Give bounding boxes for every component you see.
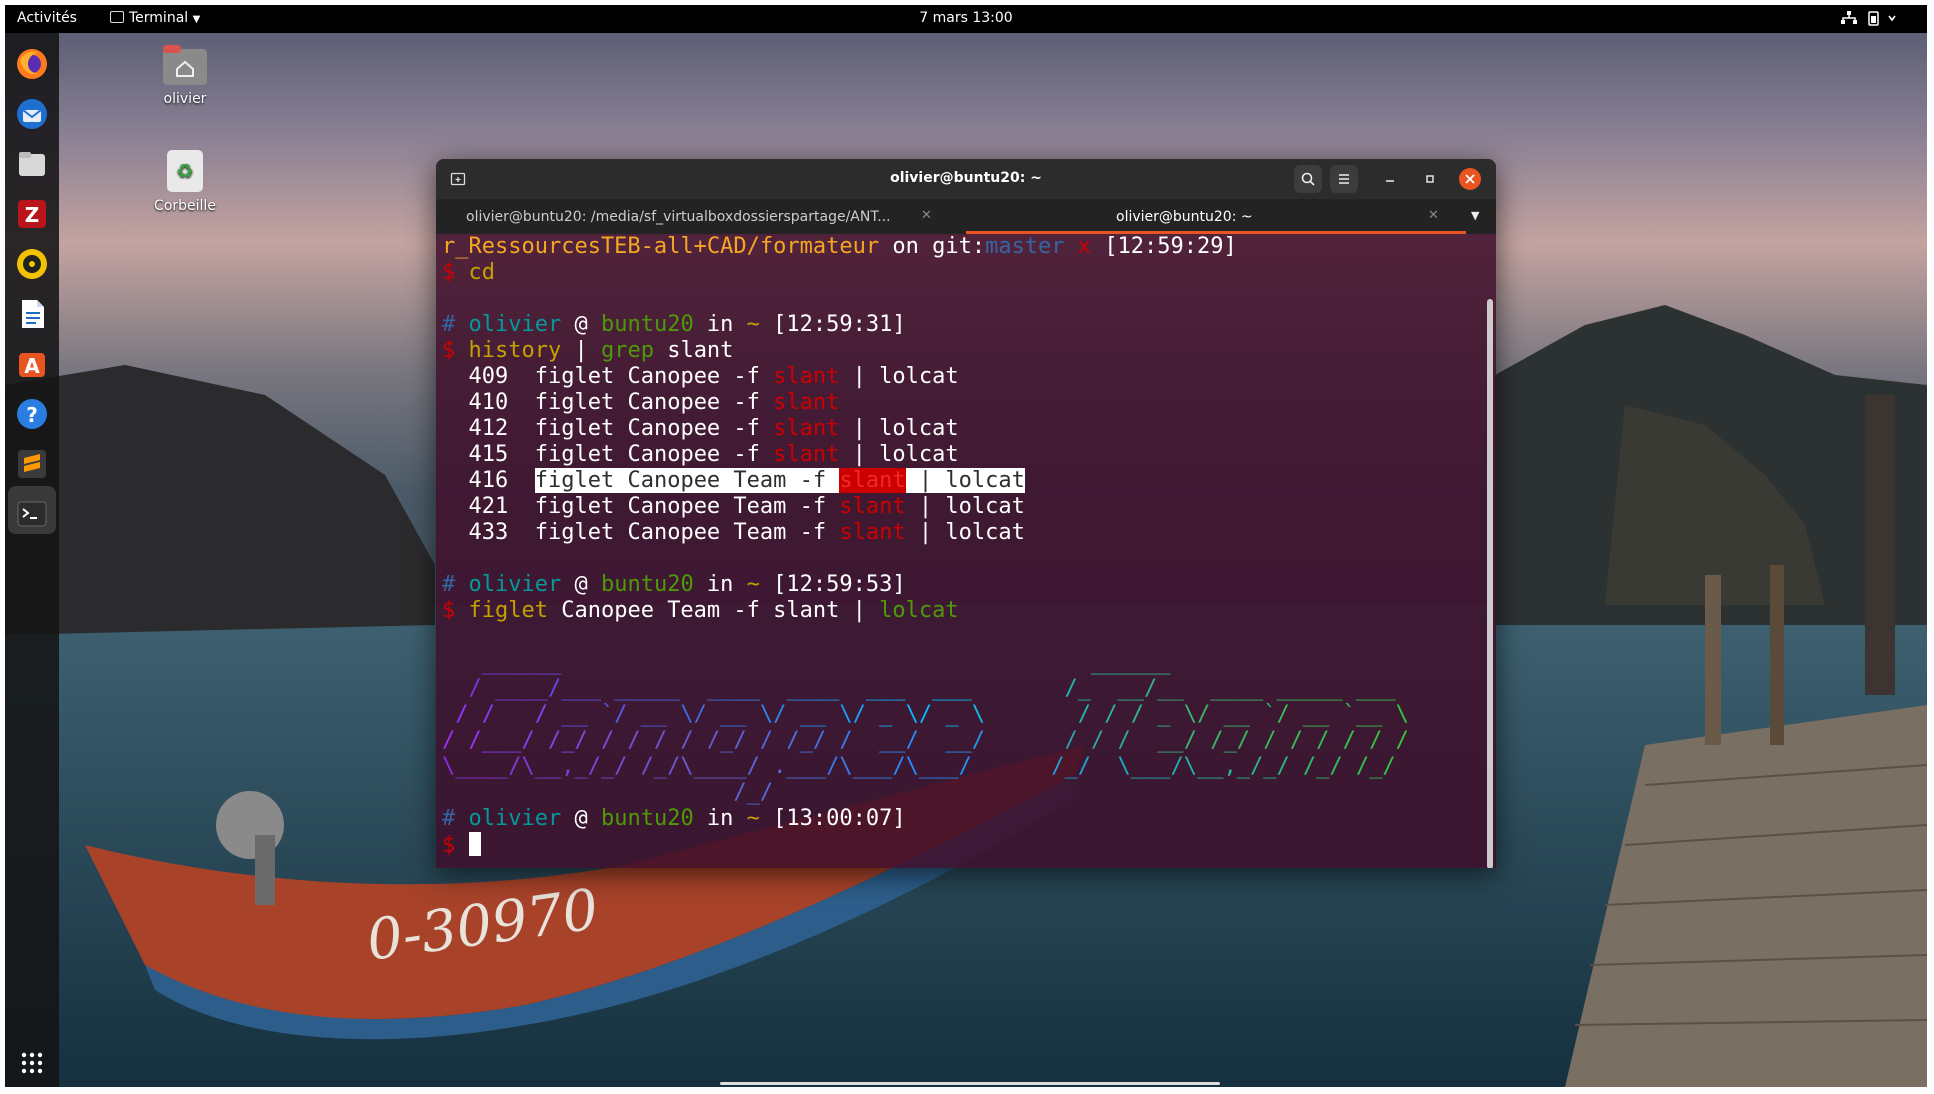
ascii-art-line: \____/\__,_/_/ /_/\____/ .___/\___/\___/… xyxy=(442,754,1435,780)
minimize-button[interactable] xyxy=(1376,165,1404,193)
filezilla-icon[interactable]: Z xyxy=(14,196,50,232)
svg-text:A: A xyxy=(24,354,40,378)
history-row: 409 figlet Canopee -f slant | lolcat xyxy=(468,364,959,389)
libreoffice-writer-icon[interactable] xyxy=(14,296,50,332)
desktop-home-label: olivier xyxy=(163,91,207,107)
tab-media-close-icon[interactable]: ✕ xyxy=(921,208,932,223)
desktop-trash-label: Corbeille xyxy=(154,198,216,214)
thunderbird-icon[interactable] xyxy=(14,96,50,132)
rhythmbox-icon[interactable] xyxy=(14,246,50,282)
close-button[interactable] xyxy=(1456,165,1484,193)
history-row: 415 figlet Canopee -f slant | lolcat xyxy=(468,442,959,467)
desktop-trash[interactable]: ♻ Corbeille xyxy=(135,148,235,214)
tab-home-label: olivier@buntu20: ~ xyxy=(1116,209,1253,225)
command-line-history: $ history | grep slant xyxy=(442,338,734,363)
text-cursor xyxy=(468,832,481,856)
workspace-indicator xyxy=(720,1082,1220,1085)
ascii-art-line: / /___/ /_/ / / / / /_/ / /_/ / __/ __/ … xyxy=(442,728,1435,754)
software-icon[interactable]: A xyxy=(14,346,50,382)
scrollbar[interactable] xyxy=(1487,299,1493,868)
dock: Z A ? xyxy=(5,33,59,1087)
ascii-art-line: / ____/___ _____ ____ ____ ___ ___ /_ __… xyxy=(442,676,1435,702)
menu-button[interactable] xyxy=(1330,165,1358,193)
svg-text:Z: Z xyxy=(25,203,40,227)
ascii-art-line: ______ ______ xyxy=(442,650,1436,675)
terminal-icon[interactable] xyxy=(14,496,50,532)
close-icon xyxy=(1459,168,1481,190)
desktop: 0-30970 Activités Terminal ▼ 7 mars 13:0… xyxy=(5,5,1927,1087)
search-button[interactable] xyxy=(1294,165,1322,193)
system-menu-button[interactable] xyxy=(1867,10,1897,30)
command-line-figlet: $ figlet Canopee Team -f slant | lolcat xyxy=(442,598,959,623)
desktop-home-folder[interactable]: olivier xyxy=(135,43,235,107)
command-line-cd: $ cd xyxy=(442,260,495,285)
help-icon[interactable]: ? xyxy=(14,396,50,432)
home-folder-icon xyxy=(163,45,207,85)
tab-bar: olivier@buntu20: /media/sf_virtualboxdos… xyxy=(436,199,1496,234)
tab-home[interactable]: olivier@buntu20: ~ ✕ xyxy=(966,199,1466,234)
terminal-window[interactable]: olivier@buntu20: ~ olivier@buntu20: /med… xyxy=(436,159,1496,868)
firefox-icon[interactable] xyxy=(14,46,50,82)
network-icon[interactable] xyxy=(1841,11,1857,29)
svg-text:♻: ♻ xyxy=(176,159,194,183)
history-row: 421 figlet Canopee Team -f slant | lolca… xyxy=(468,494,1025,519)
prompt-line-3: # olivier @ buntu20 in ~ [13:00:07] xyxy=(442,806,906,831)
maximize-icon xyxy=(1426,175,1434,183)
tab-home-close-icon[interactable]: ✕ xyxy=(1428,208,1439,223)
command-line-current: $ xyxy=(442,832,481,859)
prompt-line-1: # olivier @ buntu20 in ~ [12:59:31] xyxy=(442,312,906,337)
sublime-text-icon[interactable] xyxy=(14,446,50,482)
ascii-art-line: / / / __ `/ __ \/ __ \/ __ \/ _ \/ _ \ /… xyxy=(442,702,1435,728)
history-row-selected: 416 figlet Canopee Team -f slant | lolca… xyxy=(468,468,1025,493)
show-apps-icon[interactable] xyxy=(14,1045,50,1081)
trash-icon: ♻ xyxy=(167,150,203,192)
prompt-line-0: r_RessourcesTEB-all+CAD/formateur on git… xyxy=(442,234,1237,259)
history-row: 410 figlet Canopee -f slant xyxy=(468,390,840,415)
files-icon[interactable] xyxy=(14,146,50,182)
minimize-icon xyxy=(1386,180,1394,182)
clock[interactable]: 7 mars 13:00 xyxy=(5,10,1927,26)
ascii-art-line: /_/ xyxy=(442,780,1435,806)
svg-text:?: ? xyxy=(26,403,38,427)
top-bar: Activités Terminal ▼ 7 mars 13:00 xyxy=(5,5,1927,33)
tab-media[interactable]: olivier@buntu20: /media/sf_virtualboxdos… xyxy=(436,199,966,234)
terminal-content[interactable]: r_RessourcesTEB-all+CAD/formateur on git… xyxy=(436,234,1480,868)
prompt-line-2: # olivier @ buntu20 in ~ [12:59:53] xyxy=(442,572,906,597)
history-row: 412 figlet Canopee -f slant | lolcat xyxy=(468,416,959,441)
search-icon xyxy=(1301,172,1315,186)
tab-media-label: olivier@buntu20: /media/sf_virtualboxdos… xyxy=(466,209,891,225)
hamburger-menu-icon xyxy=(1339,174,1349,184)
history-row: 433 figlet Canopee Team -f slant | lolca… xyxy=(468,520,1025,545)
window-titlebar[interactable]: olivier@buntu20: ~ xyxy=(436,159,1496,199)
maximize-button[interactable] xyxy=(1416,165,1444,193)
tabs-menu-chevron-icon[interactable]: ▼ xyxy=(1471,209,1479,222)
battery-icon xyxy=(1868,11,1896,26)
